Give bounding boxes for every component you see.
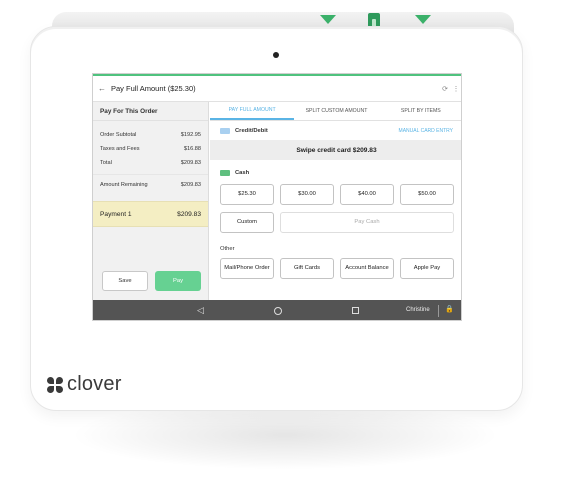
tab-pay-full-amount[interactable]: PAY FULL AMOUNT xyxy=(210,102,295,120)
payment-1-row[interactable]: Payment 1 $209.83 xyxy=(93,201,208,227)
app-bar: ← Pay Full Amount ($25.30) ⟳ ⋮ xyxy=(93,76,461,102)
total-value: $209.83 xyxy=(180,160,201,166)
paper-feed-left-indicator xyxy=(320,15,336,24)
nav-recent-apps-icon[interactable] xyxy=(352,307,359,314)
pay-cash-button[interactable]: Pay Cash xyxy=(280,212,454,233)
remaining-value: $209.83 xyxy=(180,181,201,188)
current-user[interactable]: Christine xyxy=(406,307,430,313)
gift-cards-button[interactable]: Gift Cards xyxy=(280,258,334,279)
swipe-prompt: Swipe credit card $209.83 xyxy=(210,140,461,160)
order-summary-panel: Pay For This Order Order Subtotal $192.9… xyxy=(93,102,209,300)
account-balance-button[interactable]: Account Balance xyxy=(340,258,394,279)
manual-card-entry-link[interactable]: MANUAL CARD ENTRY xyxy=(399,128,453,134)
camera-lens xyxy=(273,52,279,58)
back-arrow-icon[interactable]: ← xyxy=(93,84,111,93)
lock-icon[interactable]: 🔒 xyxy=(445,305,454,313)
credit-debit-label: Credit/Debit xyxy=(235,128,268,134)
system-nav-bar: ◁ Christine 🔒 xyxy=(93,300,461,320)
page-title: Pay Full Amount ($25.30) xyxy=(111,84,196,93)
remaining-label: Amount Remaining xyxy=(100,181,148,188)
custom-cash-button[interactable]: Custom xyxy=(220,212,274,233)
payment-value: $209.83 xyxy=(177,210,201,218)
tax-value: $16.88 xyxy=(183,146,201,152)
remaining-row: Amount Remaining $209.83 xyxy=(93,174,208,194)
mail-phone-order-button[interactable]: Mail/Phone Order xyxy=(220,258,274,279)
paper-feed-right-indicator xyxy=(415,15,431,24)
cash-amount-button[interactable]: $30.00 xyxy=(280,184,334,205)
tab-split-by-items[interactable]: SPLIT BY ITEMS xyxy=(379,102,461,120)
nav-back-icon[interactable]: ◁ xyxy=(197,305,204,316)
subtotal-label: Order Subtotal xyxy=(100,132,137,138)
tab-split-custom-amount[interactable]: SPLIT CUSTOM AMOUNT xyxy=(294,102,378,120)
payment-tabs: PAY FULL AMOUNT SPLIT CUSTOM AMOUNT SPLI… xyxy=(210,102,461,121)
cash-label: Cash xyxy=(235,170,250,176)
total-label: Total xyxy=(100,160,112,166)
save-button[interactable]: Save xyxy=(102,271,148,291)
tax-row: Taxes and Fees $16.88 xyxy=(93,142,208,156)
brand-wordmark: clover xyxy=(67,373,122,395)
overflow-menu-icon[interactable]: ⋮ xyxy=(451,85,461,93)
cash-amount-button[interactable]: $25.30 xyxy=(220,184,274,205)
total-row: Total $209.83 xyxy=(93,156,208,170)
clover-logo: clover xyxy=(47,373,122,396)
cash-amount-button[interactable]: $50.00 xyxy=(400,184,454,205)
order-summary-heading: Pay For This Order xyxy=(93,102,208,121)
tax-label: Taxes and Fees xyxy=(100,146,140,152)
payment-label: Payment 1 xyxy=(100,210,132,218)
pay-button[interactable]: Pay xyxy=(155,271,201,291)
payment-methods-panel: PAY FULL AMOUNT SPLIT CUSTOM AMOUNT SPLI… xyxy=(210,102,461,300)
refresh-icon[interactable]: ⟳ xyxy=(439,85,451,93)
credit-card-icon xyxy=(220,128,230,134)
clover-leaf-icon xyxy=(47,376,63,393)
nav-home-icon[interactable] xyxy=(274,307,282,315)
apple-pay-button[interactable]: Apple Pay xyxy=(400,258,454,279)
subtotal-value: $192.95 xyxy=(180,132,201,138)
product-stage: ← Pay Full Amount ($25.30) ⟳ ⋮ Pay For T… xyxy=(0,0,568,491)
touch-screen: ← Pay Full Amount ($25.30) ⟳ ⋮ Pay For T… xyxy=(92,73,462,321)
credit-debit-row: Credit/Debit MANUAL CARD ENTRY xyxy=(210,124,461,138)
nav-divider xyxy=(438,305,439,317)
cash-amount-button[interactable]: $40.00 xyxy=(340,184,394,205)
subtotal-row: Order Subtotal $192.95 xyxy=(93,128,208,142)
cash-row: Cash xyxy=(210,166,461,180)
cash-icon xyxy=(220,170,230,176)
other-label: Other xyxy=(220,246,235,252)
